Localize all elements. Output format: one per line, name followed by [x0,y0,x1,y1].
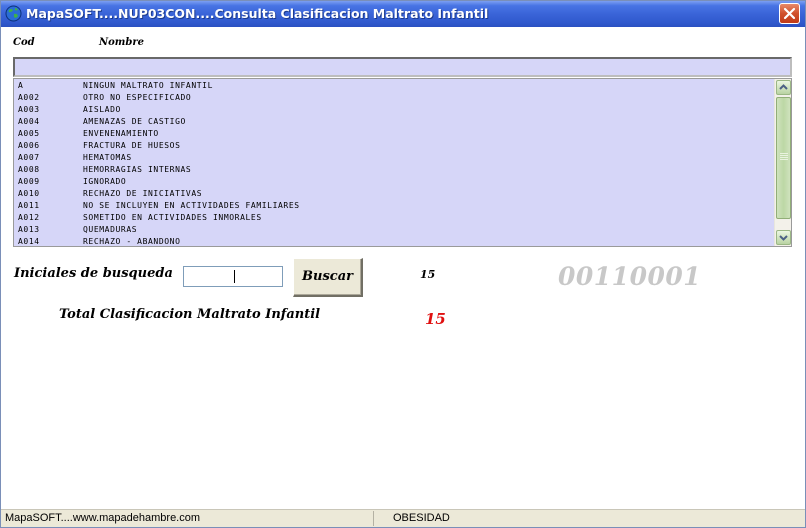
scroll-thumb[interactable] [776,97,791,219]
search-label: Iniciales de busqueda [14,266,173,281]
list-item-name: RECHAZO - ABANDONO [83,237,181,246]
scroll-grip [780,155,788,156]
chevron-up-icon [779,84,788,90]
list-item[interactable]: A014 RECHAZO - ABANDONO [14,236,776,246]
classification-list[interactable]: A NINGUN MALTRATO INFANTIL A002 OTRO NO ESP… [13,78,792,247]
list-item-name: QUEMADURAS [83,225,138,234]
list-item-code: A011 [18,201,40,210]
list-item-code: A010 [18,189,40,198]
record-count: 15 [420,268,436,281]
globe-icon [5,5,22,22]
list-rows: A NINGUN MALTRATO INFANTIL A002 OTRO NO ESP… [14,80,776,246]
scroll-grip [780,153,788,154]
list-item-code: A003 [18,105,40,114]
list-item[interactable]: A NINGUN MALTRATO INFANTIL [14,80,776,92]
status-website: MapaSOFT....www.mapadehambre.com [5,512,201,524]
list-item-code: A [18,81,24,90]
list-item-code: A012 [18,213,40,222]
scroll-down-button[interactable] [776,230,791,245]
main-window: MapaSOFT....NUP03CON....Consulta Clasifi… [0,0,806,528]
list-item-code: A007 [18,153,40,162]
list-item[interactable]: A013 QUEMADURAS [14,224,776,236]
list-item[interactable]: A008 HEMORRAGIAS INTERNAS [14,164,776,176]
total-value: 15 [425,310,446,328]
list-item-name: ENVENENAMIENTO [83,129,159,138]
chevron-down-icon [779,235,788,241]
window-title: MapaSOFT....NUP03CON....Consulta Clasifi… [26,6,489,21]
scroll-grip [780,159,788,160]
list-item-name: SOMETIDO EN ACTIVIDADES INMORALES [83,213,262,222]
list-item-name: NO SE INCLUYEN EN ACTIVIDADES FAMILIARES [83,201,300,210]
list-item-code: A009 [18,177,40,186]
list-item-name: OTRO NO ESPECIFICADO [83,93,192,102]
list-item-code: A006 [18,141,40,150]
list-item-name: NINGUN MALTRATO INFANTIL [83,81,213,90]
status-divider [373,511,374,526]
title-bar[interactable]: MapaSOFT....NUP03CON....Consulta Clasifi… [1,1,805,27]
text-caret [234,270,235,283]
list-item[interactable]: A003 AISLADO [14,104,776,116]
list-item[interactable]: A006 FRACTURA DE HUESOS [14,140,776,152]
column-header-code: Cod [13,37,35,48]
list-item-name: FRACTURA DE HUESOS [83,141,181,150]
list-item-name: HEMORRAGIAS INTERNAS [83,165,192,174]
list-item-name: RECHAZO DE INICIATIVAS [83,189,203,198]
record-code: 00110001 [558,262,702,291]
list-item[interactable]: A007 HEMATOMAS [14,152,776,164]
list-item-name: AISLADO [83,105,121,114]
list-item[interactable]: A004 AMENAZAS DE CASTIGO [14,116,776,128]
close-icon [783,7,796,20]
total-label: Total Clasificacion Maltrato Infantil [59,307,321,322]
list-item[interactable]: A012 SOMETIDO EN ACTIVIDADES INMORALES [14,212,776,224]
list-item-code: A004 [18,117,40,126]
list-item[interactable]: A002 OTRO NO ESPECIFICADO [14,92,776,104]
filter-field[interactable] [13,57,792,77]
list-item-code: A014 [18,237,40,246]
list-item-code: A013 [18,225,40,234]
list-item-code: A005 [18,129,40,138]
list-item-name: IGNORADO [83,177,127,186]
list-item[interactable]: A009 IGNORADO [14,176,776,188]
list-item-name: AMENAZAS DE CASTIGO [83,117,186,126]
list-scrollbar[interactable] [774,79,791,246]
list-item[interactable]: A011 NO SE INCLUYEN EN ACTIVIDADES FAMILI… [14,200,776,212]
scroll-up-button[interactable] [776,80,791,95]
close-button[interactable] [779,3,800,24]
search-input[interactable] [183,266,283,287]
search-button[interactable]: Buscar [293,258,363,297]
list-item[interactable]: A005 ENVENENAMIENTO [14,128,776,140]
scroll-grip [780,157,788,158]
column-header-name: Nombre [99,37,145,48]
list-item[interactable]: A010 RECHAZO DE INICIATIVAS [14,188,776,200]
status-bar: MapaSOFT....www.mapadehambre.com OBESIDA… [1,509,805,527]
status-module: OBESIDAD [393,512,450,524]
list-item-code: A002 [18,93,40,102]
list-item-name: HEMATOMAS [83,153,132,162]
list-item-code: A008 [18,165,40,174]
